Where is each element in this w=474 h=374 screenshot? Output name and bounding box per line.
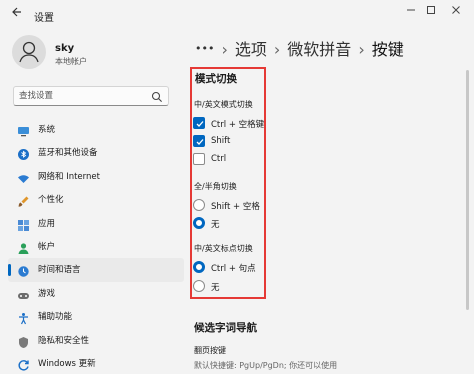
radio-unselected[interactable]: [193, 199, 205, 211]
wifi-icon: [17, 170, 30, 183]
sidebar-item-label: 系统: [38, 125, 56, 135]
globe-clock-icon: [17, 263, 30, 278]
sidebar-item-accounts[interactable]: 帐户: [8, 235, 184, 258]
section-title-candidate-nav: 候选字词导航: [194, 322, 257, 334]
breadcrumb-separator: ›: [273, 40, 281, 59]
page-turn-description: 默认快捷键: PgUp/PgDn; 你还可以使用: [194, 361, 338, 370]
sidebar-item-label: Windows 更新: [38, 358, 96, 369]
accessibility-icon: [17, 310, 30, 325]
minimize-button[interactable]: [400, 4, 422, 20]
brush-icon: [17, 193, 30, 207]
sidebar-item-label: 隐私和安全性: [38, 335, 90, 346]
person-icon: [19, 41, 39, 63]
sidebar-item-time-language[interactable]: 时间和语言: [8, 258, 184, 282]
sidebar-item-label: 帐户: [38, 241, 56, 252]
sidebar-nav: 系统 蓝牙和其他设备 网络和 Internet 个性化 应用 帐户 时间和语言 …: [8, 118, 184, 374]
option-label: 无: [211, 283, 220, 293]
option-label: Ctrl + 句点: [211, 264, 256, 274]
update-icon: [17, 357, 30, 371]
sidebar-item-label: 应用: [38, 218, 56, 229]
sidebar-item-bluetooth[interactable]: 蓝牙和其他设备: [8, 141, 184, 164]
search-icon[interactable]: [150, 89, 164, 103]
sidebar-item-label: 游戏: [38, 288, 56, 299]
vertical-scrollbar[interactable]: [466, 70, 469, 310]
group-label-full-half-width: 全/半角切换: [194, 182, 237, 191]
option-label: Ctrl + 空格键: [211, 120, 265, 130]
breadcrumb-overflow[interactable]: •••: [195, 42, 214, 55]
search-box[interactable]: [13, 86, 169, 106]
close-button[interactable]: [445, 4, 467, 20]
radio-selected[interactable]: [193, 217, 205, 229]
radio-unselected[interactable]: [193, 280, 205, 292]
sidebar-item-label: 时间和语言: [38, 265, 81, 276]
group-label-punctuation: 中/英文标点切换: [194, 244, 253, 253]
person-icon: [17, 240, 30, 254]
sidebar-item-privacy[interactable]: 隐私和安全性: [8, 329, 184, 352]
checkbox-checked[interactable]: [193, 117, 205, 129]
option-label: 无: [211, 220, 220, 230]
group-label-cn-en-mode: 中/英文模式切换: [194, 100, 253, 109]
breadcrumb-item-ime[interactable]: 微软拼音: [287, 36, 351, 60]
section-title-mode-switch: 模式切换: [195, 73, 237, 85]
sidebar-item-apps[interactable]: 应用: [8, 212, 184, 235]
page-title: 按键: [371, 40, 404, 59]
maximize-button[interactable]: [420, 4, 442, 20]
breadcrumb: ••• › 选项 › 微软拼音 › 按键: [195, 36, 404, 60]
gamepad-icon: [17, 287, 30, 300]
shield-icon: [17, 334, 30, 348]
sidebar-item-accessibility[interactable]: 辅助功能: [8, 305, 184, 328]
back-arrow-icon[interactable]: [8, 6, 26, 24]
sidebar-item-label: 个性化: [38, 195, 64, 206]
user-name: sky: [55, 43, 75, 54]
sidebar-item-network[interactable]: 网络和 Internet: [8, 165, 184, 188]
avatar: [12, 35, 46, 69]
breadcrumb-separator: ›: [358, 40, 365, 59]
checkbox-unchecked[interactable]: [193, 153, 205, 165]
sidebar-item-system[interactable]: 系统: [8, 118, 184, 141]
sidebar-item-personalization[interactable]: 个性化: [8, 188, 184, 211]
sidebar-item-label: 蓝牙和其他设备: [38, 148, 98, 159]
checkbox-checked[interactable]: [193, 135, 205, 147]
option-label: Shift: [211, 136, 231, 146]
option-label: Ctrl: [211, 154, 227, 164]
sidebar-item-windows-update[interactable]: Windows 更新: [8, 352, 184, 374]
bluetooth-icon: [17, 146, 30, 161]
radio-selected[interactable]: [193, 261, 205, 273]
page-turn-label: 翻页按键: [194, 346, 226, 355]
breadcrumb-item-options[interactable]: 选项: [235, 36, 267, 60]
title-bar: 设置: [0, 0, 474, 30]
display-icon: [17, 123, 30, 137]
search-input[interactable]: [19, 89, 147, 103]
apps-icon: [17, 217, 30, 231]
sidebar-item-label: 辅助功能: [38, 312, 73, 323]
app-title: 设置: [34, 13, 54, 24]
sidebar-item-gaming[interactable]: 游戏: [8, 282, 184, 305]
breadcrumb-separator: ›: [221, 40, 228, 59]
option-label: Shift + 空格: [211, 202, 260, 212]
user-profile[interactable]: sky 本地帐户: [12, 35, 182, 75]
sidebar-item-label: 网络和 Internet: [38, 171, 100, 182]
account-type: 本地帐户: [55, 57, 87, 66]
